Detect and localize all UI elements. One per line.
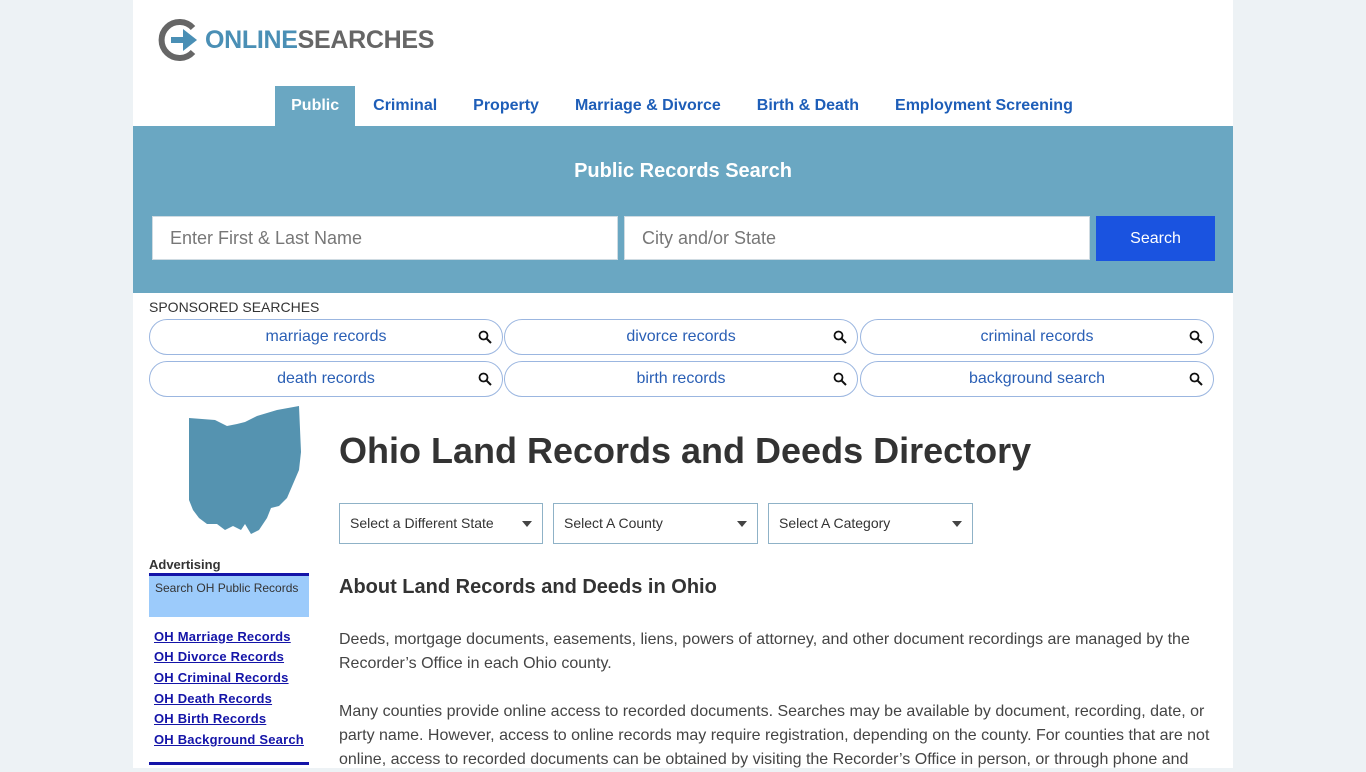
intro-paragraph: Deeds, mortgage documents, easements, li… [339, 631, 1190, 672]
sponsored-search-label: criminal records [980, 328, 1094, 345]
sponsored-label: SPONSORED SEARCHES [149, 299, 320, 315]
sponsored-search-divorce[interactable]: divorce records [504, 319, 858, 355]
site-logo[interactable]: ONLINESEARCHES [153, 18, 434, 62]
ohio-state-map-icon [189, 406, 301, 534]
sponsored-search-background[interactable]: background search [860, 361, 1214, 397]
magnifier-icon [478, 330, 492, 344]
caret-down-icon [737, 521, 747, 527]
nav-marriage-divorce[interactable]: Marriage & Divorce [557, 86, 739, 126]
search-oh-public-records-box[interactable]: Search OH Public Records [149, 573, 309, 617]
sidebar-link-criminal[interactable]: OH Criminal Records [154, 670, 289, 685]
logo-text: ONLINESEARCHES [205, 26, 434, 55]
sponsored-search-label: marriage records [265, 328, 387, 345]
sidebar-link-divorce[interactable]: OH Divorce Records [154, 649, 284, 664]
sidebar-link-marriage[interactable]: OH Marriage Records [154, 629, 291, 644]
sponsored-search-death[interactable]: death records [149, 361, 503, 397]
sponsored-search-birth[interactable]: birth records [504, 361, 858, 397]
nav-birth-death[interactable]: Birth & Death [739, 86, 877, 126]
sponsored-search-label: divorce records [626, 328, 736, 345]
location-search-input[interactable]: City and/or State [624, 216, 1090, 260]
online-access-paragraph: Many counties provide online access to r… [339, 703, 1210, 768]
nav-public[interactable]: Public [275, 86, 356, 126]
state-select[interactable]: Select a Different State [339, 503, 543, 544]
advertising-label: Advertising [149, 557, 221, 572]
section-heading: About Land Records and Deeds in Ohio [339, 576, 717, 598]
magnifier-icon [478, 372, 492, 386]
county-select[interactable]: Select A County [553, 503, 758, 544]
magnifier-icon [1189, 372, 1203, 386]
caret-down-icon [952, 521, 962, 527]
sidebar-divider [149, 762, 309, 765]
caret-down-icon [522, 521, 532, 527]
sidebar-link-birth[interactable]: OH Birth Records [154, 711, 266, 726]
sponsored-search-marriage[interactable]: marriage records [149, 319, 503, 355]
nav-employment-screening[interactable]: Employment Screening [877, 86, 1091, 126]
logo-text-online: ONLINE [205, 25, 298, 54]
sponsored-search-criminal[interactable]: criminal records [860, 319, 1214, 355]
category-select[interactable]: Select A Category [768, 503, 973, 544]
logo-text-searches: SEARCHES [297, 25, 435, 54]
logo-arrow-icon [158, 19, 197, 61]
page: ONLINESEARCHES Public Criminal Property … [133, 0, 1233, 768]
magnifier-icon [833, 330, 847, 344]
page-title: Ohio Land Records and Deeds Directory [339, 430, 1032, 471]
search-title: Public Records Search [574, 160, 792, 182]
search-banner: Public Records Search Enter First & Last… [133, 126, 1233, 293]
name-search-input[interactable]: Enter First & Last Name [152, 216, 618, 260]
nav-property[interactable]: Property [455, 86, 557, 126]
state-select-value: Select a Different State [350, 515, 494, 531]
sidebar-link-background[interactable]: OH Background Search [154, 732, 304, 747]
sponsored-search-label: death records [277, 370, 375, 387]
nav-criminal[interactable]: Criminal [355, 86, 455, 126]
magnifier-icon [833, 372, 847, 386]
sidebar-link-death[interactable]: OH Death Records [154, 691, 272, 706]
category-select-value: Select A Category [779, 515, 891, 531]
main-nav: Public Criminal Property Marriage & Divo… [133, 86, 1233, 126]
magnifier-icon [1189, 330, 1203, 344]
sponsored-search-label: background search [968, 370, 1106, 387]
search-button[interactable]: Search [1096, 216, 1215, 261]
county-select-value: Select A County [564, 515, 663, 531]
sponsored-search-label: birth records [636, 370, 726, 387]
